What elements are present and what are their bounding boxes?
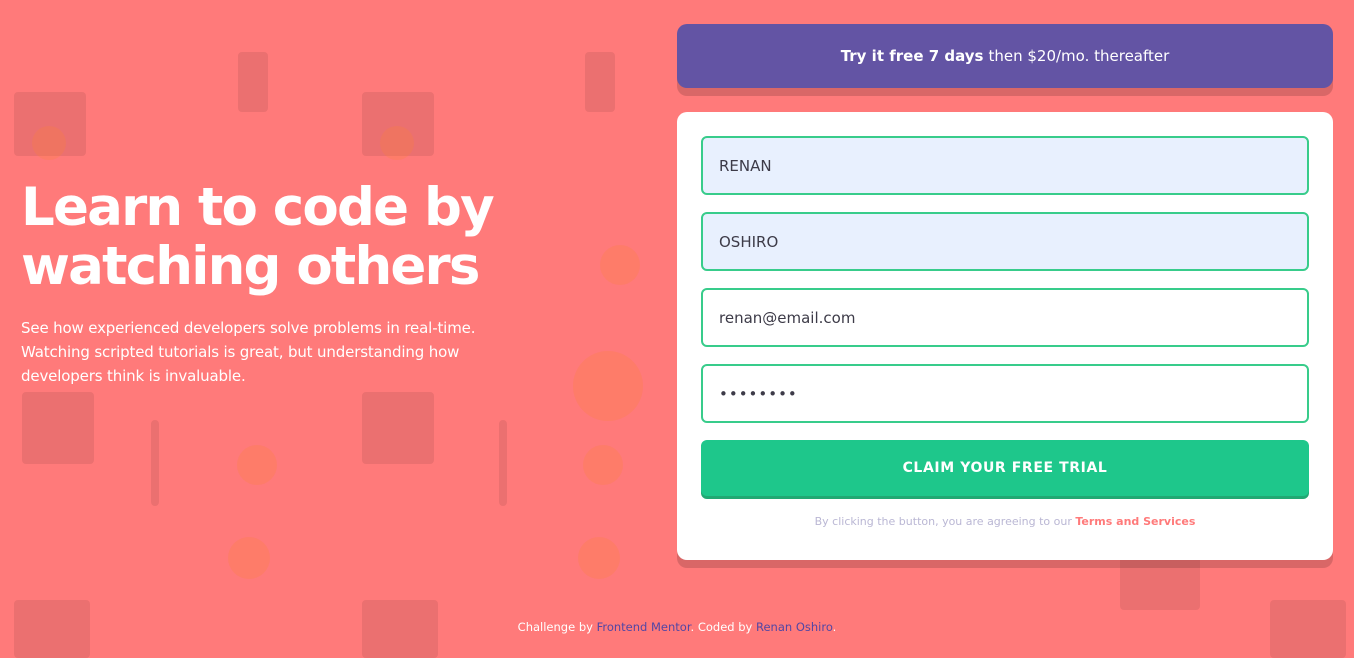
terms-link[interactable]: Terms and Services xyxy=(1075,515,1195,528)
email-input[interactable] xyxy=(701,288,1309,347)
terms-prefix: By clicking the button, you are agreeing… xyxy=(814,515,1072,528)
trial-offer-banner: Try it free 7 days then $20/mo. thereaft… xyxy=(677,24,1333,88)
attribution-footer: Challenge by Frontend Mentor. Coded by R… xyxy=(0,620,1354,634)
footer-period-1: . xyxy=(690,620,695,634)
offer-text: then $20/mo. thereafter xyxy=(988,47,1170,65)
footer-period-2: . xyxy=(832,620,837,634)
challenge-prefix: Challenge by xyxy=(517,620,593,634)
signup-form: CLAIM YOUR FREE TRIAL By clicking the bu… xyxy=(677,112,1333,560)
author-link[interactable]: Renan Oshiro xyxy=(756,620,833,634)
last-name-input[interactable] xyxy=(701,212,1309,271)
first-name-input[interactable] xyxy=(701,136,1309,195)
password-input[interactable] xyxy=(701,364,1309,423)
terms-notice: By clicking the button, you are agreeing… xyxy=(677,515,1333,528)
intro-description: See how experienced developers solve pro… xyxy=(21,319,476,385)
frontend-mentor-link[interactable]: Frontend Mentor xyxy=(597,620,691,634)
coded-prefix: Coded by xyxy=(697,620,753,634)
page-title: Learn to code by watching others xyxy=(21,178,581,296)
offer-bold-text: Try it free 7 days xyxy=(840,47,984,65)
claim-free-trial-button[interactable]: CLAIM YOUR FREE TRIAL xyxy=(701,440,1309,496)
title-line-2: watching others xyxy=(21,236,480,297)
intro-section: Learn to code by watching others See how… xyxy=(21,178,581,388)
title-line-1: Learn to code by xyxy=(21,177,495,238)
